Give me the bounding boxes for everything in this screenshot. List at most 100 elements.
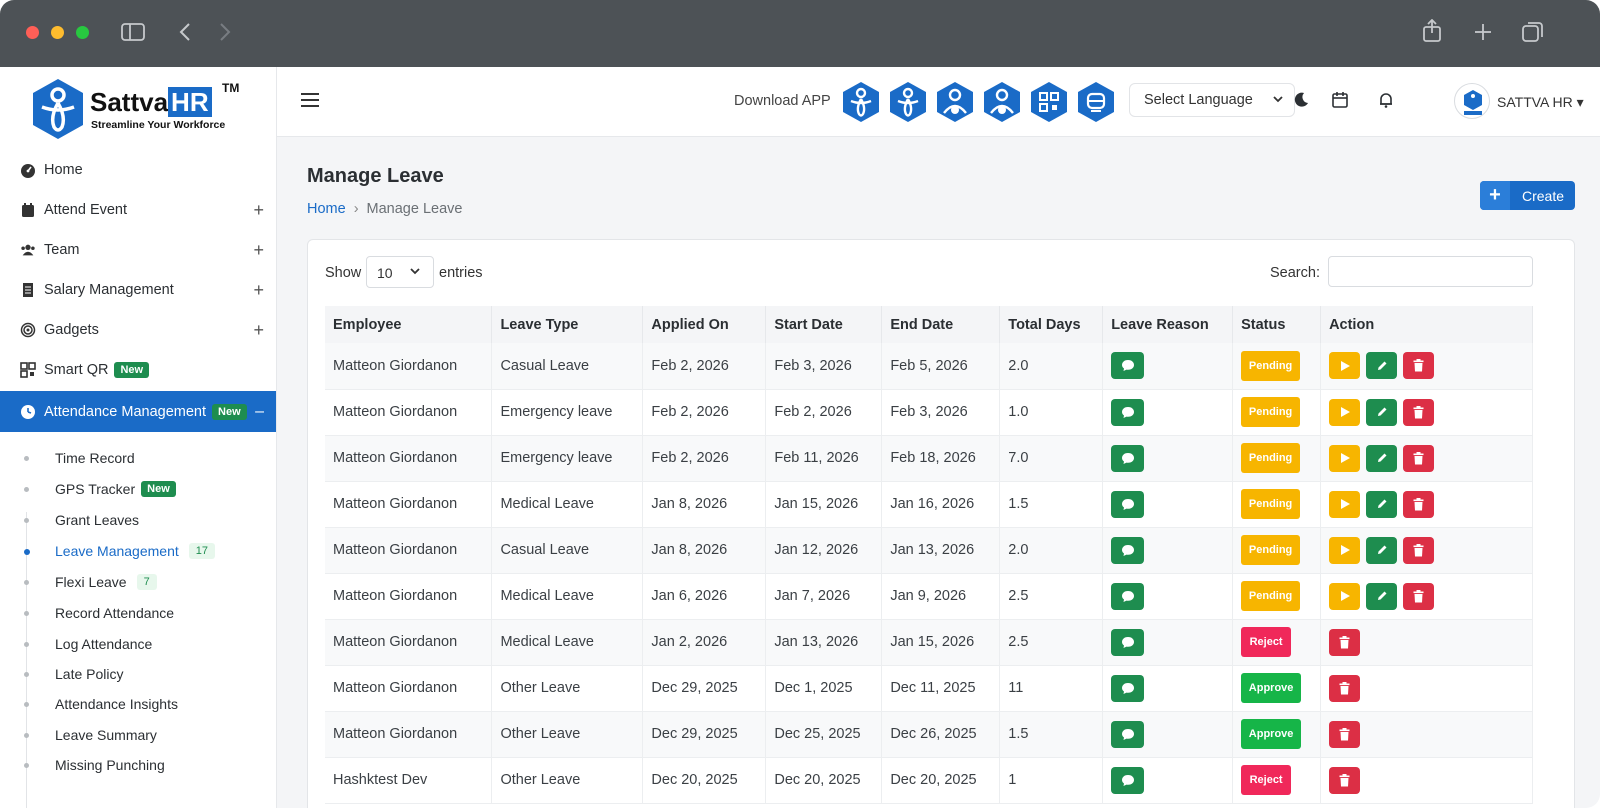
column-header[interactable]: Leave Type: [491, 306, 644, 343]
android-app-icon[interactable]: [842, 81, 880, 123]
view-reason-button[interactable]: [1111, 766, 1145, 794]
delete-button[interactable]: [1329, 720, 1361, 748]
sidebar-item-attend-event[interactable]: Attend Event +: [0, 190, 276, 230]
expand-icon[interactable]: +: [253, 200, 264, 221]
sidebar-item-salary-management[interactable]: Salary Management +: [0, 270, 276, 310]
avatar[interactable]: [1454, 83, 1490, 119]
submenu-item-grant-leaves[interactable]: Grant Leaves: [0, 505, 276, 535]
delete-button[interactable]: [1329, 628, 1361, 656]
table-row[interactable]: Matteon Giordanon Medical Leave Jan 6, 202…: [325, 573, 1533, 620]
view-reason-button[interactable]: [1111, 582, 1145, 610]
table-row[interactable]: Matteon Giordanon Emergency leave Feb 2, 2…: [325, 389, 1533, 436]
submenu-item-leave-summary[interactable]: Leave Summary: [0, 720, 276, 750]
dark-mode-icon[interactable]: [1292, 91, 1310, 109]
delete-button[interactable]: [1403, 352, 1435, 380]
view-reason-button[interactable]: [1111, 352, 1145, 380]
entries-select[interactable]: 10: [366, 256, 434, 288]
sidebar-item-team[interactable]: Team +: [0, 230, 276, 270]
edit-button[interactable]: [1366, 444, 1398, 472]
table-row[interactable]: Matteon Giordanon Other Leave Dec 29, 2025…: [325, 665, 1533, 712]
submenu-item-time-record[interactable]: Time Record: [0, 443, 276, 473]
column-header[interactable]: Leave Reason: [1102, 306, 1234, 343]
sidebar-toggle-icon[interactable]: [121, 22, 145, 42]
manager-app-icon[interactable]: [983, 81, 1021, 123]
column-header[interactable]: Applied On: [642, 306, 767, 343]
process-button[interactable]: [1329, 444, 1361, 472]
column-header[interactable]: End Date: [881, 306, 1001, 343]
sidebar-item-gadgets[interactable]: Gadgets +: [0, 310, 276, 350]
view-reason-button[interactable]: [1111, 444, 1145, 472]
sidebar-item-attendance-management[interactable]: Attendance Management New –: [0, 391, 276, 432]
user-menu[interactable]: SATTVA HR ▾: [1497, 94, 1584, 111]
table-row[interactable]: Matteon Giordanon Medical Leave Jan 2, 202…: [325, 619, 1533, 666]
edit-button[interactable]: [1366, 352, 1398, 380]
close-window-button[interactable]: [26, 26, 39, 39]
view-reason-button[interactable]: [1111, 674, 1145, 702]
expand-icon[interactable]: +: [253, 320, 264, 341]
table-row[interactable]: Matteon Giordanon Casual Leave Feb 2, 2026…: [325, 343, 1533, 390]
submenu-item-leave-management[interactable]: Leave Management 17: [0, 536, 276, 566]
edit-button[interactable]: [1366, 398, 1398, 426]
new-tab-icon[interactable]: [1473, 22, 1493, 42]
delete-button[interactable]: [1403, 490, 1435, 518]
minimize-window-button[interactable]: [51, 26, 64, 39]
delete-button[interactable]: [1403, 444, 1435, 472]
process-button[interactable]: [1329, 398, 1361, 426]
table-row[interactable]: Matteon Giordanon Casual Leave Jan 8, 2026…: [325, 527, 1533, 574]
create-button[interactable]: + Create: [1480, 181, 1575, 210]
delete-button[interactable]: [1329, 766, 1361, 794]
search-input[interactable]: [1328, 256, 1533, 287]
tab-overview-icon[interactable]: [1521, 20, 1545, 44]
collapse-icon[interactable]: –: [255, 403, 264, 421]
edit-button[interactable]: [1366, 536, 1398, 564]
submenu-item-missing-punching[interactable]: Missing Punching: [0, 750, 276, 780]
column-header[interactable]: Start Date: [765, 306, 883, 343]
back-icon[interactable]: [178, 22, 192, 42]
forward-icon[interactable]: [218, 22, 232, 42]
delete-button[interactable]: [1403, 398, 1435, 426]
column-header[interactable]: Employee: [325, 306, 493, 343]
submenu-item-late-policy[interactable]: Late Policy: [0, 659, 276, 689]
column-header[interactable]: Status: [1232, 306, 1322, 343]
table-row[interactable]: Matteon Giordanon Medical Leave Jan 8, 202…: [325, 481, 1533, 528]
column-header[interactable]: Total Days: [999, 306, 1104, 343]
view-reason-button[interactable]: [1111, 720, 1145, 748]
column-header[interactable]: Action: [1320, 306, 1533, 343]
view-reason-button[interactable]: [1111, 536, 1145, 564]
delete-button[interactable]: [1403, 536, 1435, 564]
view-reason-button[interactable]: [1111, 628, 1145, 656]
process-button[interactable]: [1329, 490, 1361, 518]
table-row[interactable]: Matteon Giordanon Other Leave Dec 29, 2025…: [325, 711, 1533, 758]
submenu-item-log-attendance[interactable]: Log Attendance: [0, 629, 276, 659]
language-select[interactable]: Select Language: [1129, 83, 1295, 117]
qr-app-icon[interactable]: [1030, 81, 1068, 123]
share-icon[interactable]: [1422, 19, 1442, 43]
maximize-window-button[interactable]: [76, 26, 89, 39]
calendar-icon[interactable]: [1331, 91, 1349, 109]
submenu-item-flexi-leave[interactable]: Flexi Leave 7: [0, 567, 276, 597]
process-button[interactable]: [1329, 352, 1361, 380]
submenu-item-gps-tracker[interactable]: GPS Tracker New: [0, 474, 276, 504]
menu-toggle-icon[interactable]: [301, 93, 319, 108]
ios-app-icon[interactable]: [889, 81, 927, 123]
bell-icon[interactable]: [1377, 91, 1395, 109]
sidebar-item-smart-qr[interactable]: Smart QR New: [0, 350, 276, 390]
sidebar-item-home[interactable]: Home: [0, 150, 276, 190]
view-reason-button[interactable]: [1111, 398, 1145, 426]
process-button[interactable]: [1329, 582, 1361, 610]
submenu-item-attendance-insights[interactable]: Attendance Insights: [0, 689, 276, 719]
sattva-hr-logo[interactable]: Sattva HR TM Streamline Your Workforce: [30, 77, 260, 147]
kiosk-app-icon[interactable]: [1077, 81, 1115, 123]
expand-icon[interactable]: +: [253, 280, 264, 301]
delete-button[interactable]: [1329, 674, 1361, 702]
process-button[interactable]: [1329, 536, 1361, 564]
employee-app-icon[interactable]: [936, 81, 974, 123]
delete-button[interactable]: [1403, 582, 1435, 610]
expand-icon[interactable]: +: [253, 240, 264, 261]
edit-button[interactable]: [1366, 490, 1398, 518]
view-reason-button[interactable]: [1111, 490, 1145, 518]
table-row[interactable]: Matteon Giordanon Emergency leave Feb 2, 2…: [325, 435, 1533, 482]
edit-button[interactable]: [1366, 582, 1398, 610]
breadcrumb-home-link[interactable]: Home: [307, 201, 346, 217]
submenu-item-record-attendance[interactable]: Record Attendance: [0, 598, 276, 628]
